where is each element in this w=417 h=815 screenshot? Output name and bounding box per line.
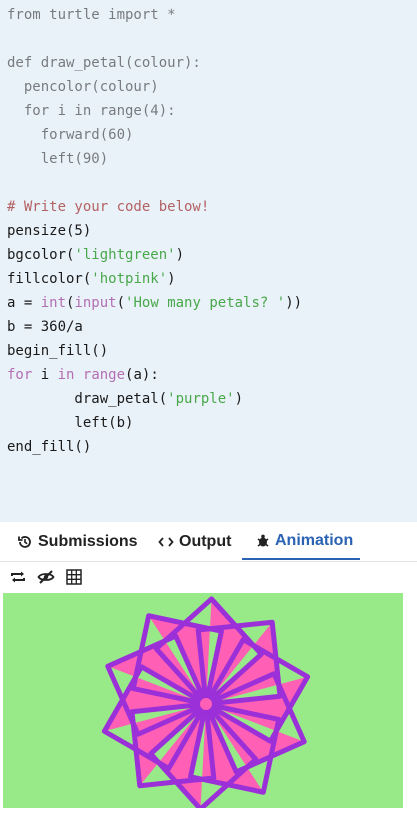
code-line: forward(60)	[7, 127, 134, 143]
code-line: left(b)	[7, 415, 134, 431]
code-line: # Write your code below!	[7, 199, 210, 215]
code-text[interactable]: from turtle import * def draw_petal(colo…	[7, 3, 302, 459]
repeat-icon[interactable]	[8, 568, 28, 586]
tab-animation-label: Animation	[275, 532, 354, 549]
turtle-icon	[256, 534, 270, 548]
code-icon	[158, 535, 174, 549]
code-line: draw_petal('purple')	[7, 391, 244, 407]
animation-toolbar	[0, 562, 417, 592]
panel-footer	[0, 808, 417, 815]
code-line: def draw_petal(colour):	[7, 55, 201, 71]
tab-bar: Submissions Output Animation	[0, 524, 417, 562]
code-line: end_fill()	[7, 439, 92, 455]
code-line: b = 360/a	[7, 319, 83, 335]
tab-submissions[interactable]: Submissions	[17, 524, 138, 560]
eye-slash-icon[interactable]	[36, 568, 56, 586]
code-line: pencolor(colour)	[7, 79, 159, 95]
code-line: for i in range(a):	[7, 367, 159, 383]
grid-icon[interactable]	[64, 568, 84, 586]
tab-output[interactable]: Output	[158, 524, 231, 560]
turtle-drawing	[101, 596, 311, 812]
code-line: left(90)	[7, 151, 109, 167]
code-line: for i in range(4):	[7, 103, 176, 119]
code-line: bgcolor('lightgreen')	[7, 247, 185, 263]
code-line: fillcolor('hotpink')	[7, 271, 176, 287]
tab-output-label: Output	[179, 533, 232, 550]
code-editor[interactable]: from turtle import * def draw_petal(colo…	[0, 0, 417, 522]
turtle-canvas	[3, 593, 403, 812]
code-line: pensize(5)	[7, 223, 92, 239]
tab-animation[interactable]: Animation	[242, 524, 360, 560]
tab-submissions-label: Submissions	[38, 533, 138, 550]
code-line: a = int(input('How many petals? '))	[7, 295, 303, 311]
history-icon	[17, 534, 33, 550]
code-line: begin_fill()	[7, 343, 109, 359]
code-line: from turtle import *	[7, 7, 176, 23]
turtle-center	[200, 698, 212, 710]
